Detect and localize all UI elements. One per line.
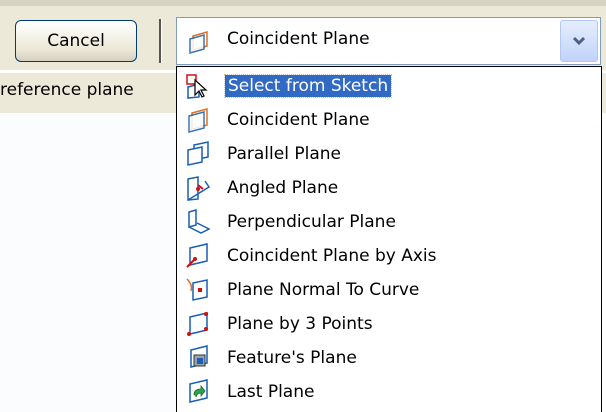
background: [0, 112, 176, 412]
dropdown-item-perpendicular-plane[interactable]: Perpendicular Plane: [177, 205, 601, 239]
cancel-button-label: Cancel: [47, 31, 105, 51]
coincident-plane-icon: [189, 31, 208, 54]
dropdown-item-label: Angled Plane: [227, 178, 339, 198]
plane-by-3-points-icon: [187, 312, 208, 336]
dropdown-item-label: Perpendicular Plane: [227, 212, 396, 232]
dropdown-item-plane-normal-to-curve[interactable]: Plane Normal To Curve: [177, 273, 601, 307]
dropdown-item-select-from-sketch[interactable]: Select from Sketch: [177, 69, 601, 103]
dropdown-item-label: Parallel Plane: [227, 144, 341, 164]
status-text: reference plane: [0, 80, 134, 100]
coincident-plane-by-axis-icon: [186, 243, 208, 268]
dropdown-item-features-plane[interactable]: Feature's Plane: [177, 341, 601, 375]
combo-value: Coincident Plane: [227, 29, 370, 49]
plane-normal-to-curve-icon: [186, 278, 208, 301]
dropdown-item-parallel-plane[interactable]: Parallel Plane: [177, 137, 601, 171]
dropdown-item-label: Last Plane: [227, 382, 315, 402]
features-plane-icon: [190, 345, 208, 368]
dropdown-item-label: Select from Sketch: [223, 74, 393, 98]
combo-dropdown-button[interactable]: [560, 20, 598, 62]
dropdown-item-coincident-plane-by-axis[interactable]: Coincident Plane by Axis: [177, 239, 601, 273]
dropdown-item-label: Feature's Plane: [227, 348, 357, 368]
dropdown-item-last-plane[interactable]: Last Plane: [177, 375, 601, 409]
last-plane-icon: [189, 379, 208, 403]
dropdown-item-label: Coincident Plane: [227, 110, 370, 130]
dropdown-item-coincident-plane[interactable]: Coincident Plane: [177, 103, 601, 137]
angled-plane-icon: [187, 176, 211, 201]
coincident-plane-icon: [188, 108, 208, 133]
dropdown-item-label: Plane by 3 Points: [227, 314, 373, 334]
toolbar-separator: [159, 19, 162, 63]
toolbar-edge: [0, 0, 606, 6]
dropdown-item-plane-by-3-points[interactable]: Plane by 3 Points: [177, 307, 601, 341]
select-from-sketch-icon: [186, 74, 208, 99]
chevron-down-icon: [572, 36, 586, 46]
dropdown-item-label: Plane Normal To Curve: [227, 280, 420, 300]
perpendicular-plane-icon: [188, 209, 211, 234]
dropdown-item-angled-plane[interactable]: Angled Plane: [177, 171, 601, 205]
cancel-button[interactable]: Cancel: [15, 20, 137, 62]
plane-type-dropdown: Select from Sketch Coincident Plane Para…: [176, 66, 602, 412]
parallel-plane-icon: [187, 141, 209, 166]
plane-type-combo[interactable]: Coincident Plane: [176, 17, 601, 65]
dropdown-item-label: Coincident Plane by Axis: [227, 246, 437, 266]
toolbar: Cancel Coincident Plane: [0, 0, 606, 70]
